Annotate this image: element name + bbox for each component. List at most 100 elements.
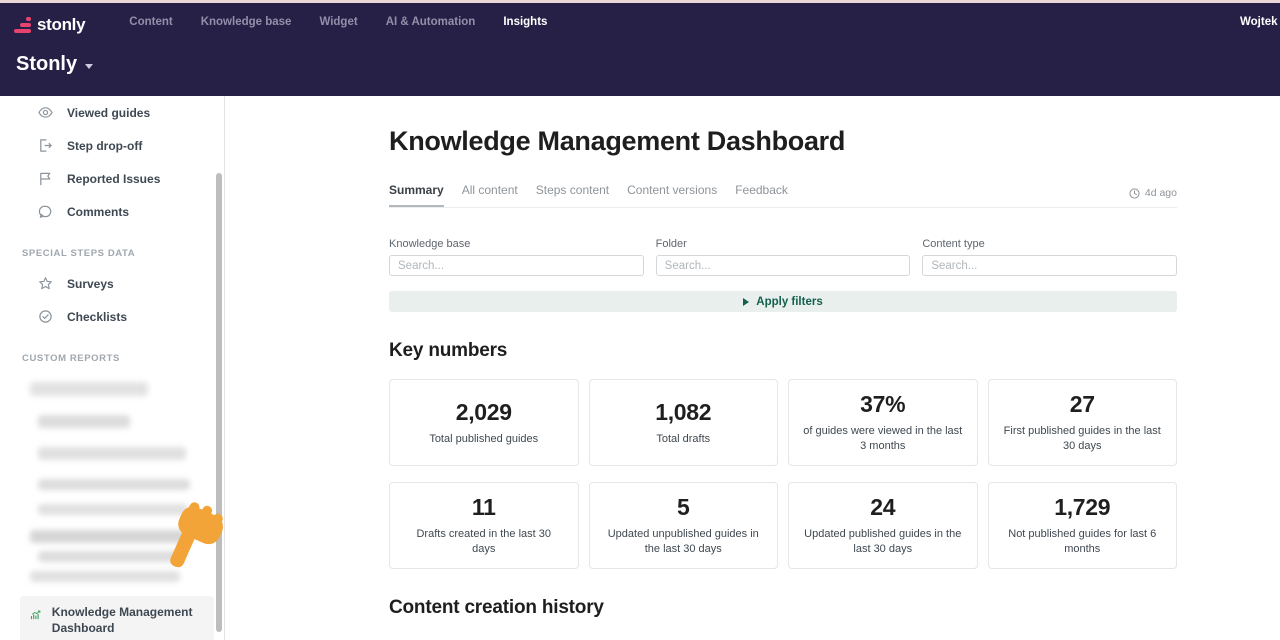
sidebar-section-custom-reports: CUSTOM REPORTS xyxy=(0,333,224,372)
redacted-report-item[interactable] xyxy=(38,479,190,490)
metric-label: Updated unpublished guides in the last 3… xyxy=(604,527,764,557)
sidebar-item-comments[interactable]: Comments xyxy=(0,195,224,228)
app-header: stonly Content Knowledge base Widget AI … xyxy=(0,3,1280,96)
apply-filters-button[interactable]: Apply filters xyxy=(389,291,1177,312)
metric-label: Total drafts xyxy=(656,432,710,447)
redacted-report-item[interactable] xyxy=(38,447,186,460)
sidebar-item-checklists[interactable]: Checklists xyxy=(0,300,224,333)
content-type-search-input[interactable] xyxy=(922,255,1177,276)
key-numbers-heading: Key numbers xyxy=(389,340,1177,362)
metric-value: 37% xyxy=(860,391,905,418)
check-circle-icon xyxy=(38,309,53,324)
filter-label: Content type xyxy=(922,238,1177,250)
sidebar-item-surveys[interactable]: Surveys xyxy=(0,267,224,300)
content-creation-history-heading: Content creation history xyxy=(389,597,1177,619)
redacted-report-item[interactable] xyxy=(30,530,192,543)
metric-value: 5 xyxy=(677,494,690,521)
nav-widget[interactable]: Widget xyxy=(319,16,357,28)
main-panel: Knowledge Management Dashboard Summary A… xyxy=(225,96,1280,640)
sidebar-item-step-drop-off[interactable]: Step drop-off xyxy=(0,129,224,162)
filter-label: Knowledge base xyxy=(389,238,644,250)
nav-knowledge-base[interactable]: Knowledge base xyxy=(201,16,292,28)
tab-feedback[interactable]: Feedback xyxy=(735,183,788,207)
sidebar-section-special-steps: SPECIAL STEPS DATA xyxy=(0,228,224,267)
redacted-report-item[interactable] xyxy=(30,571,180,582)
metric-card-updated-unpublished: 5 Updated unpublished guides in the last… xyxy=(589,482,779,569)
sidebar-item-label: Surveys xyxy=(67,277,114,291)
chevron-down-icon xyxy=(85,64,93,69)
metric-label: Updated published guides in the last 30 … xyxy=(803,527,963,557)
insights-sidebar: Viewed guides Step drop-off Reported Iss… xyxy=(0,96,225,640)
filter-knowledge-base: Knowledge base xyxy=(389,238,644,276)
redacted-report-list xyxy=(0,372,224,582)
ukraine-flag-icon xyxy=(88,14,99,22)
play-triangle-icon xyxy=(743,298,749,306)
metric-value: 1,082 xyxy=(655,399,711,426)
sidebar-scrollbar[interactable] xyxy=(216,173,222,632)
sidebar-item-label: Comments xyxy=(67,205,129,219)
metric-card-not-published: 1,729 Not published guides for last 6 mo… xyxy=(988,482,1178,569)
flag-icon xyxy=(38,171,53,186)
metric-value: 2,029 xyxy=(456,399,512,426)
metric-label: of guides were viewed in the last 3 mont… xyxy=(803,424,963,454)
stonly-logo-icon xyxy=(14,17,31,33)
metric-value: 24 xyxy=(870,494,895,521)
sidebar-item-knowledge-management-dashboard[interactable]: Knowledge Management Dashboard xyxy=(20,596,214,640)
nav-ai-automation[interactable]: AI & Automation xyxy=(386,16,476,28)
filter-label: Folder xyxy=(656,238,911,250)
metric-card-updated-published: 24 Updated published guides in the last … xyxy=(788,482,978,569)
sidebar-item-label: Step drop-off xyxy=(67,139,142,153)
metric-card-first-published: 27 First published guides in the last 30… xyxy=(988,379,1178,466)
nav-content[interactable]: Content xyxy=(129,16,172,28)
filter-folder: Folder xyxy=(656,238,911,276)
nav-insights[interactable]: Insights xyxy=(503,16,547,28)
workspace-name: Stonly xyxy=(16,53,77,76)
redacted-report-item[interactable] xyxy=(38,551,185,562)
metric-card-guides-viewed-pct: 37% of guides were viewed in the last 3 … xyxy=(788,379,978,466)
last-updated: 4d ago xyxy=(1129,187,1177,207)
clock-icon xyxy=(1129,188,1140,199)
star-icon xyxy=(38,276,53,291)
metric-card-drafts-created: 11 Drafts created in the last 30 days xyxy=(389,482,579,569)
workspace-switcher[interactable]: Stonly xyxy=(0,41,1280,76)
sidebar-item-label: Checklists xyxy=(67,310,127,324)
step-exit-icon xyxy=(38,138,53,153)
key-numbers-cards: 2,029 Total published guides 1,082 Total… xyxy=(389,379,1177,569)
tab-summary[interactable]: Summary xyxy=(389,183,444,207)
metric-card-total-drafts: 1,082 Total drafts xyxy=(589,379,779,466)
metric-value: 11 xyxy=(472,494,496,521)
sidebar-item-label: Reported Issues xyxy=(67,172,160,186)
user-menu[interactable]: Wojtek K xyxy=(1240,16,1280,28)
report-chart-icon xyxy=(30,607,42,623)
last-updated-text: 4d ago xyxy=(1145,187,1177,199)
tab-steps-content[interactable]: Steps content xyxy=(536,183,609,207)
metric-value: 27 xyxy=(1070,391,1095,418)
stonly-logo[interactable]: stonly xyxy=(14,9,99,35)
folder-search-input[interactable] xyxy=(656,255,911,276)
metric-label: Not published guides for last 6 months xyxy=(1003,527,1163,557)
apply-filters-label: Apply filters xyxy=(756,296,822,308)
tab-content-versions[interactable]: Content versions xyxy=(627,183,717,207)
filters-row: Knowledge base Folder Content type xyxy=(389,238,1177,276)
brand-name: stonly xyxy=(37,15,85,35)
dashboard-tabs: Summary All content Steps content Conten… xyxy=(389,183,1177,208)
comment-icon xyxy=(38,204,53,219)
filter-content-type: Content type xyxy=(922,238,1177,276)
redacted-report-item[interactable] xyxy=(30,382,148,396)
redacted-report-item[interactable] xyxy=(38,504,188,515)
metric-value: 1,729 xyxy=(1054,494,1110,521)
sidebar-item-label: Viewed guides xyxy=(67,106,150,120)
redacted-report-item[interactable] xyxy=(38,415,130,428)
metric-label: Drafts created in the last 30 days xyxy=(404,527,564,557)
sidebar-item-reported-issues[interactable]: Reported Issues xyxy=(0,162,224,195)
tab-all-content[interactable]: All content xyxy=(462,183,518,207)
eye-icon xyxy=(38,105,53,120)
active-report-label: Knowledge Management Dashboard xyxy=(52,605,204,636)
sidebar-item-viewed-guides[interactable]: Viewed guides xyxy=(0,96,224,129)
metric-label: Total published guides xyxy=(429,432,538,447)
page-title: Knowledge Management Dashboard xyxy=(389,126,1177,157)
metric-label: First published guides in the last 30 da… xyxy=(1003,424,1163,454)
metric-card-total-published-guides: 2,029 Total published guides xyxy=(389,379,579,466)
top-nav: stonly Content Knowledge base Widget AI … xyxy=(0,3,1280,41)
knowledge-base-search-input[interactable] xyxy=(389,255,644,276)
